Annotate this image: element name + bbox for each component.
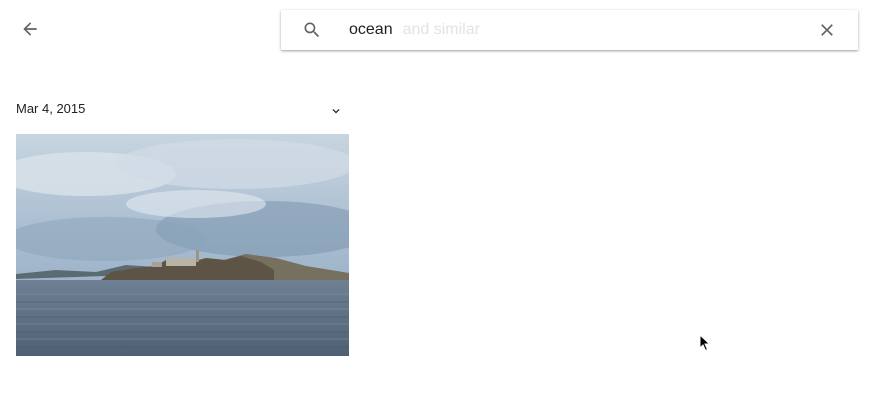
search-bar: ocean and similar [281,10,858,50]
search-icon[interactable] [302,20,322,40]
search-input[interactable]: ocean and similar [349,18,789,42]
search-suggestion-text: and similar [402,21,480,38]
date-group-header: Mar 4, 2015 [16,101,86,116]
date-group-toggle[interactable] [329,104,343,118]
photo-image [16,134,349,356]
close-icon [821,24,833,36]
photo-thumbnail[interactable] [16,134,349,356]
search-results-page: ocean and similar Mar 4, 2015 [0,0,869,415]
search-query-text: ocean [349,21,393,38]
arrow-back-icon [23,22,37,36]
chevron-down-icon [332,109,340,114]
mouse-cursor-icon [699,334,711,352]
clear-search-button[interactable] [816,19,838,41]
back-button[interactable] [18,17,42,41]
